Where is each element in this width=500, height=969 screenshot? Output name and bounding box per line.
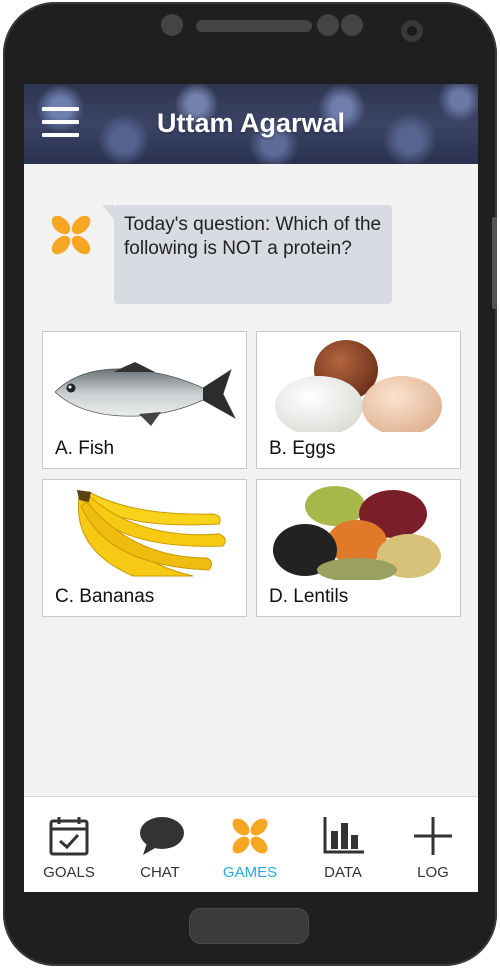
eggs-image: [275, 340, 442, 432]
bananas-image: [77, 490, 226, 577]
tab-label: GOALS: [43, 864, 95, 881]
tab-games[interactable]: GAMES: [205, 797, 295, 892]
flower-logo-icon: [232, 818, 268, 854]
tab-chat[interactable]: CHAT: [115, 797, 205, 892]
tab-log[interactable]: LOG: [388, 797, 478, 892]
home-button[interactable]: [189, 908, 309, 944]
tab-data[interactable]: DATA: [298, 797, 388, 892]
flower-logo-icon: [51, 215, 91, 255]
page-title: Uttam Agarwal: [156, 108, 346, 138]
fish-image: [54, 362, 236, 426]
lentils-image: [273, 486, 441, 580]
sensor-dot: [341, 14, 363, 36]
tab-label: LOG: [417, 864, 449, 881]
question-bubble: Today's question: Which of the following…: [102, 205, 392, 304]
option-label: D. Lentils: [269, 586, 349, 607]
bar-chart-icon: [323, 817, 364, 854]
calendar-check-icon: [49, 817, 89, 856]
tab-label: DATA: [324, 864, 362, 881]
tab-goals[interactable]: GOALS: [24, 797, 114, 892]
tab-label: GAMES: [222, 864, 278, 881]
answer-option-fish[interactable]: A. Fish: [42, 331, 247, 469]
question-text: Today's question: Which of the following…: [124, 214, 382, 259]
option-label: B. Eggs: [269, 438, 336, 459]
earpiece-speaker: [196, 20, 312, 32]
answer-option-bananas[interactable]: C. Bananas: [42, 479, 247, 617]
app-header: Uttam Agarwal: [24, 84, 478, 164]
sensor-dot: [317, 14, 339, 36]
app-screen: Uttam Agarwal Today's question: Which of…: [24, 84, 478, 892]
bottom-tab-bar: GOALS CHAT GAMES DATA LOG: [24, 796, 478, 892]
front-camera: [401, 20, 423, 42]
option-label: C. Bananas: [55, 586, 155, 607]
option-label: A. Fish: [55, 438, 115, 459]
answer-option-lentils[interactable]: D. Lentils: [256, 479, 461, 617]
side-button: [492, 217, 497, 309]
answer-option-eggs[interactable]: B. Eggs: [256, 331, 461, 469]
chat-bubble-icon: [140, 817, 184, 855]
sensor-dot: [161, 14, 183, 36]
tab-label: CHAT: [140, 864, 180, 881]
plus-icon: [414, 817, 452, 855]
